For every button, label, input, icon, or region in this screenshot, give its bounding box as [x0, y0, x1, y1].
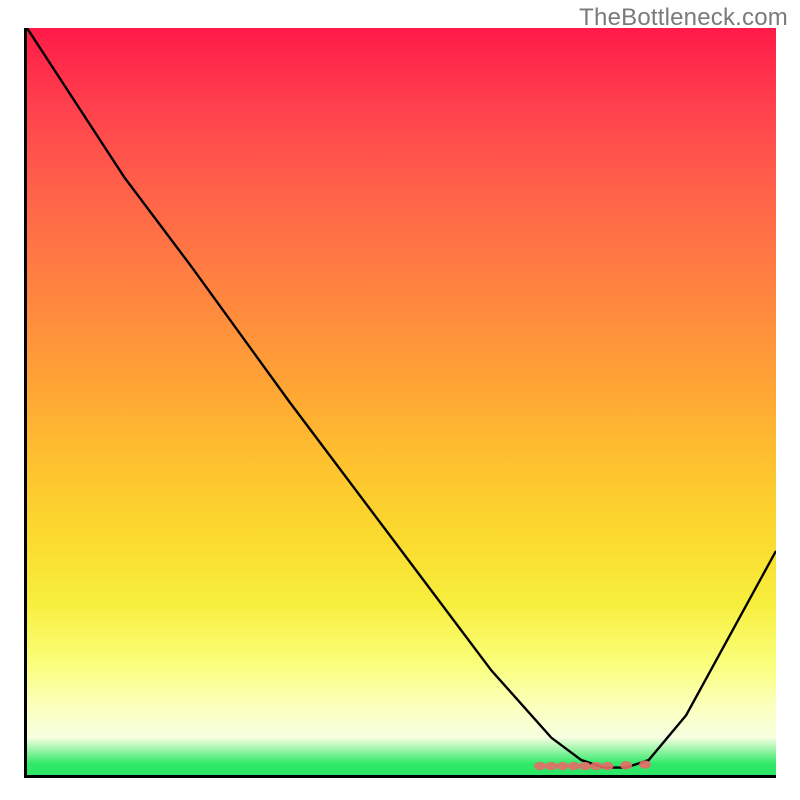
watermark-text: TheBottleneck.com	[579, 4, 788, 32]
optimal-marker	[557, 762, 569, 770]
chart-plot-area	[24, 28, 776, 778]
optimal-marker	[579, 762, 591, 770]
optimal-marker	[534, 762, 546, 770]
optimal-marker	[639, 760, 651, 768]
optimal-marker	[601, 762, 613, 770]
optimal-range-dots	[27, 28, 776, 775]
optimal-marker	[568, 762, 580, 770]
optimal-marker	[620, 761, 632, 769]
optimal-marker	[545, 762, 557, 770]
optimal-marker	[590, 762, 602, 770]
